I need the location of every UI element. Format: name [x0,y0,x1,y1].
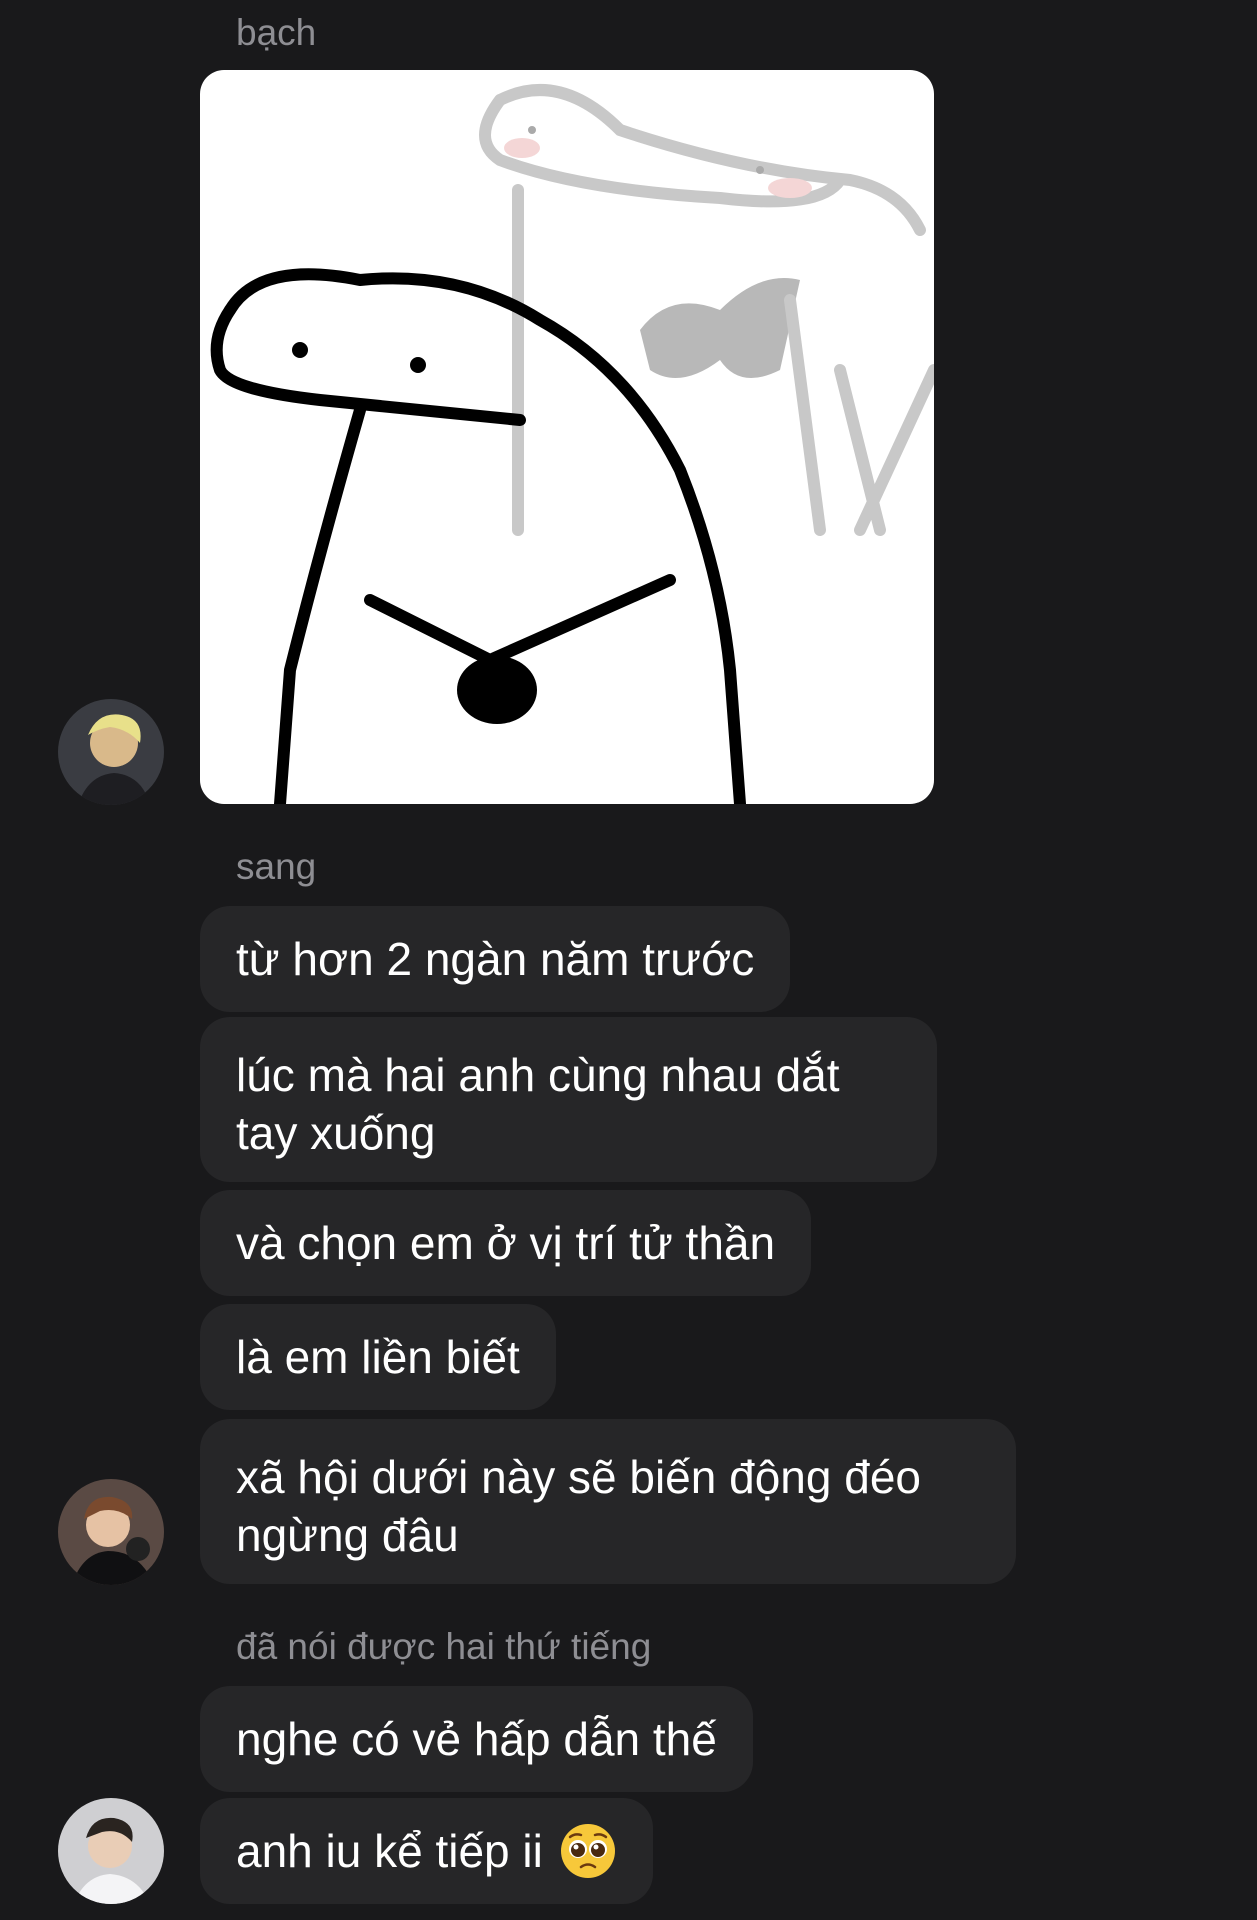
sender-name-group3: đã nói được hai thứ tiếng [236,1626,652,1667]
message-bubble-6[interactable]: nghe có vẻ hấp dẫn thế [200,1686,753,1792]
avatar-sang[interactable] [58,1479,164,1585]
meme-image-message[interactable] [200,70,934,804]
avatar-photo-icon [58,699,164,805]
meme-sticker-image [210,84,934,804]
message-bubble-1[interactable]: từ hơn 2 ngàn năm trước [200,906,791,1012]
message-bubble-2[interactable]: lúc mà hai anh cùng nhau dắt tay xuống [200,1017,937,1182]
sender-name-bach: bạch [236,12,317,53]
message-bubble-5[interactable]: xã hội dưới này sẽ biến động đéo ngừng đ… [200,1419,1016,1584]
avatar-group3[interactable] [58,1798,164,1904]
avatar-photo-icon [58,1479,164,1585]
message-bubble-3[interactable]: và chọn em ở vị trí tử thần [200,1190,812,1296]
message-bubble-4[interactable]: là em liền biết [200,1304,556,1410]
sender-name-sang: sang [236,846,317,887]
pleading-face-emoji [559,1822,617,1880]
avatar-photo-icon [58,1798,164,1904]
avatar-bach[interactable] [58,699,164,805]
message-bubble-7[interactable]: anh iu kể tiếp ii [200,1798,653,1904]
message-text: anh iu kể tiếp ii [236,1825,543,1877]
